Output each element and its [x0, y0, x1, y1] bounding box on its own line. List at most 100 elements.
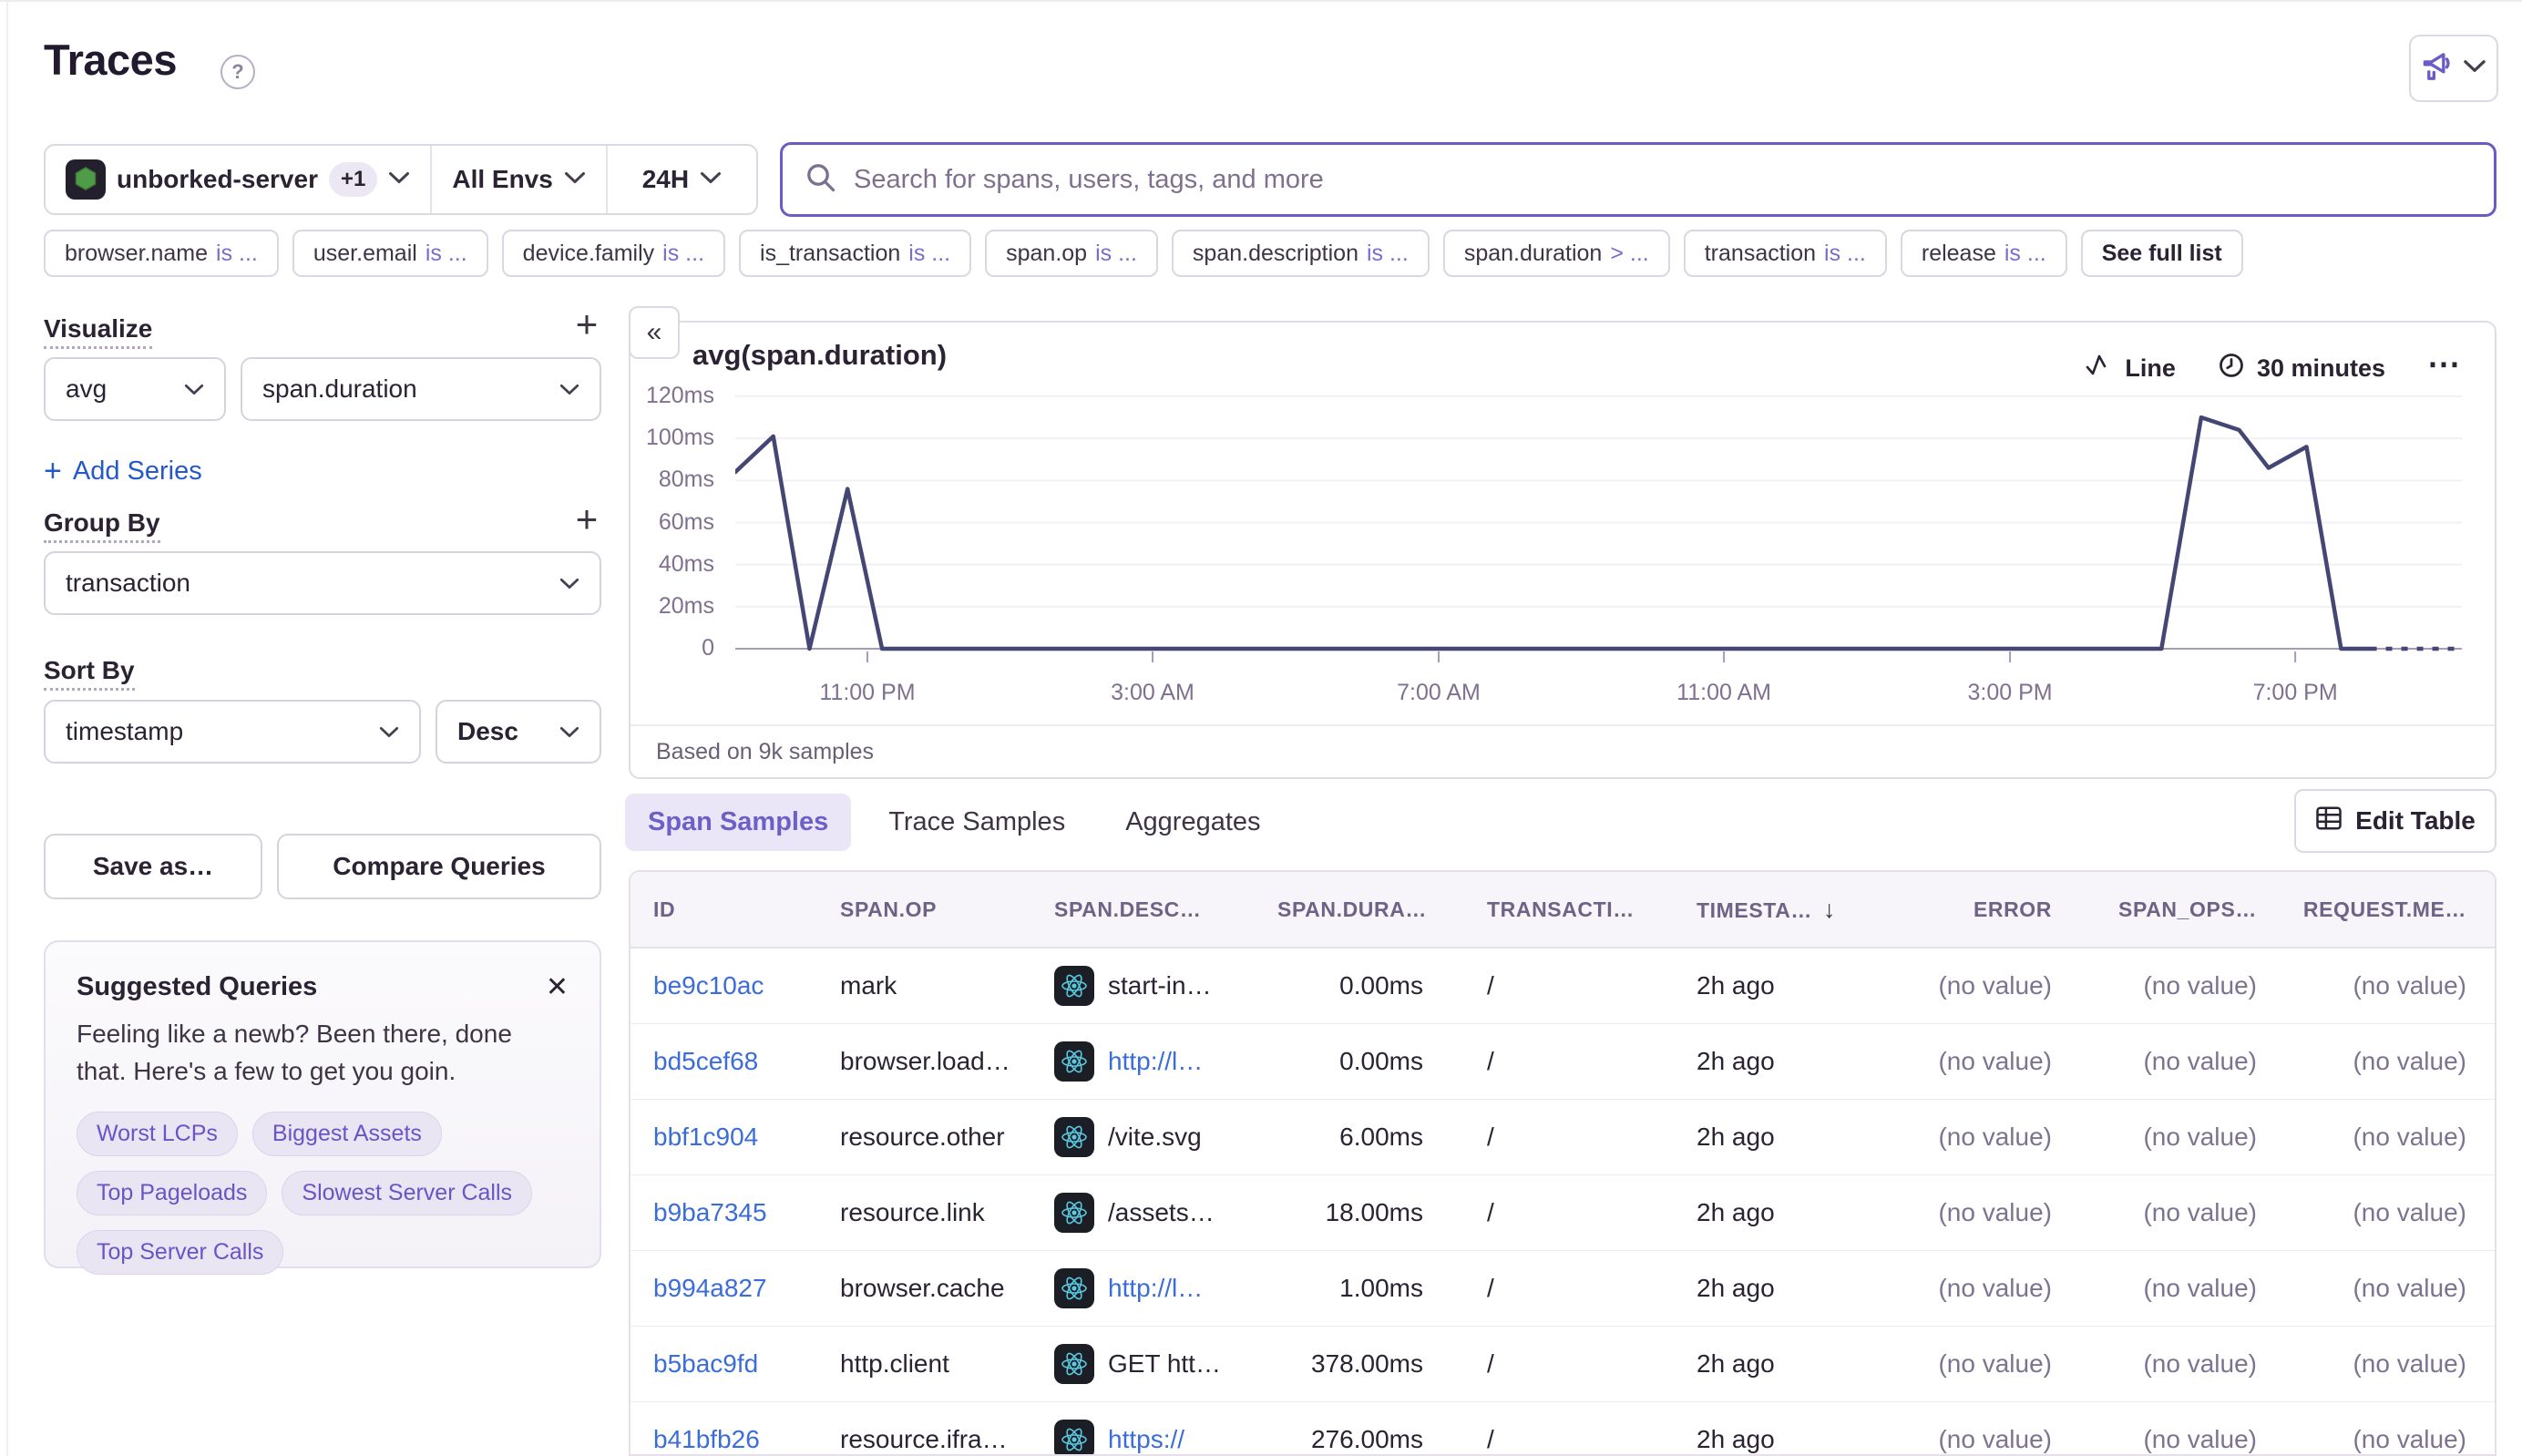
- column-header-span-dura-[interactable]: SPAN.DURA…: [1277, 897, 1423, 922]
- add-series-button[interactable]: + Add Series: [44, 454, 202, 489]
- environment-label: All Envs: [452, 165, 552, 194]
- see-full-list-button[interactable]: See full list: [2081, 230, 2243, 277]
- window-left-edge: [6, 0, 8, 1456]
- collapse-sidebar-button[interactable]: «: [629, 306, 680, 359]
- table-row: bd5cef68browser.load…http://l…0.00ms/2h …: [630, 1024, 2495, 1100]
- date-range-selector[interactable]: 24H: [606, 146, 756, 213]
- span-description-cell: http://l…: [1054, 1041, 1277, 1082]
- filter-chip-key: is_transaction: [760, 241, 900, 267]
- filter-chip-key: span.description: [1193, 241, 1358, 267]
- suggested-query-chip[interactable]: Worst LCPs: [77, 1112, 238, 1156]
- span-id-link[interactable]: be9c10ac: [653, 971, 840, 1000]
- span-id-link[interactable]: bd5cef68: [653, 1047, 840, 1076]
- span-op-cell: browser.cache: [840, 1274, 1054, 1303]
- edit-table-button[interactable]: Edit Table: [2294, 789, 2496, 853]
- filter-chip-user.email[interactable]: user.emailis ...: [292, 230, 488, 277]
- group-by-heading: Group By: [44, 508, 160, 538]
- span-id-link[interactable]: bbf1c904: [653, 1123, 840, 1152]
- chevron-down-icon: [388, 171, 410, 189]
- tab-aggregates[interactable]: Aggregates: [1102, 794, 1283, 851]
- chevron-down-icon: [559, 578, 579, 590]
- field-value: span.duration: [262, 374, 417, 404]
- add-visualize-button[interactable]: +: [567, 304, 607, 344]
- span-description-text[interactable]: http://l…: [1108, 1274, 1203, 1303]
- timestamp-value: 2h ago: [1697, 1274, 1775, 1303]
- request-method-cell: (no value): [2257, 1349, 2466, 1379]
- sort-field-value: timestamp: [66, 717, 183, 746]
- span-duration-cell: 0.00ms: [1277, 971, 1423, 1000]
- close-icon[interactable]: ✕: [546, 971, 569, 1003]
- chevron-down-icon: [2463, 59, 2486, 77]
- span-description-text[interactable]: https://: [1108, 1425, 1184, 1454]
- filter-chip-release[interactable]: releaseis ...: [1901, 230, 2067, 277]
- span-id-link[interactable]: b41bfb26: [653, 1425, 840, 1454]
- field-select[interactable]: span.duration: [241, 357, 601, 421]
- tab-span-samples[interactable]: Span Samples: [625, 794, 851, 851]
- compare-queries-button[interactable]: Compare Queries: [277, 834, 601, 899]
- suggested-query-chip[interactable]: Top Pageloads: [77, 1171, 267, 1215]
- span-duration-cell: 378.00ms: [1277, 1349, 1423, 1379]
- help-icon[interactable]: ?: [220, 55, 255, 89]
- chevron-down-icon: [559, 726, 579, 738]
- span-id-link[interactable]: b994a827: [653, 1274, 840, 1303]
- sort-direction-select[interactable]: Desc: [436, 700, 601, 764]
- column-header-request-me-[interactable]: REQUEST.ME…: [2257, 897, 2466, 922]
- search-input[interactable]: [854, 165, 2472, 195]
- span-ops-cell: (no value): [2052, 1274, 2257, 1303]
- span-description-text: /vite.svg: [1108, 1123, 1202, 1152]
- column-header-span-ops-[interactable]: SPAN_OPS…: [2052, 897, 2257, 922]
- span-id-link[interactable]: b9ba7345: [653, 1198, 840, 1227]
- timestamp-cell: 2h ago: [1660, 1349, 1856, 1379]
- filter-chip-is_transaction[interactable]: is_transactionis ...: [739, 230, 971, 277]
- filter-chip-op: is ...: [425, 241, 467, 267]
- filter-chip-op: is ...: [216, 241, 258, 267]
- column-header-timesta-[interactable]: TIMESTA…↓: [1660, 896, 1856, 924]
- megaphone-icon: [2421, 50, 2455, 87]
- save-as-button[interactable]: Save as…: [44, 834, 262, 899]
- project-selector[interactable]: unborked-server +1: [46, 146, 430, 213]
- whats-new-button[interactable]: [2409, 35, 2498, 102]
- column-header-id[interactable]: ID: [653, 897, 840, 922]
- chart-sample-note: Based on 9k samples: [630, 724, 2495, 777]
- chevron-down-icon: [379, 726, 399, 738]
- column-header-span-desc-[interactable]: SPAN.DESC…: [1054, 897, 1277, 922]
- filter-chip-device.family[interactable]: device.familyis ...: [502, 230, 725, 277]
- traces-page: Traces ? unborked-server +1 All Envs: [0, 0, 2522, 1456]
- span-ops-cell: (no value): [2052, 1198, 2257, 1227]
- column-header-span-op[interactable]: SPAN.OP: [840, 897, 1054, 922]
- duration-chart-panel: avg(span.duration) Line 30 minutes ⋯ 120…: [629, 321, 2496, 779]
- tab-trace-samples[interactable]: Trace Samples: [866, 794, 1088, 851]
- span-samples-table: IDSPAN.OPSPAN.DESC…SPAN.DURA…TRANSACTI…T…: [629, 870, 2496, 1456]
- column-header-error[interactable]: ERROR: [1856, 897, 2052, 922]
- chevron-down-icon: [700, 171, 722, 189]
- add-series-label: Add Series: [73, 456, 202, 487]
- sort-field-select[interactable]: timestamp: [44, 700, 421, 764]
- aggregate-select[interactable]: avg: [44, 357, 226, 421]
- y-axis-label: 40ms: [630, 551, 714, 578]
- add-group-by-button[interactable]: +: [567, 499, 607, 539]
- filter-chip-span.op[interactable]: span.opis ...: [985, 230, 1158, 277]
- suggested-query-chip[interactable]: Biggest Assets: [252, 1112, 442, 1156]
- table-row: b41bfb26resource.ifra…https://276.00ms/2…: [630, 1402, 2495, 1456]
- results-tabs: Span Samples Trace SamplesAggregates: [625, 785, 1284, 858]
- filter-chip-span.description[interactable]: span.descriptionis ...: [1172, 230, 1430, 277]
- table-row: b9ba7345resource.link/assets…18.00ms/2h …: [630, 1175, 2495, 1251]
- span-duration-cell: 18.00ms: [1277, 1198, 1423, 1227]
- span-description-text: GET htt…: [1108, 1349, 1221, 1379]
- react-icon: [1054, 1117, 1094, 1157]
- suggested-query-chip[interactable]: Slowest Server Calls: [282, 1171, 532, 1215]
- span-description-text[interactable]: http://l…: [1108, 1047, 1203, 1076]
- x-axis-label: 11:00 AM: [1676, 680, 1771, 706]
- react-icon: [1054, 1041, 1094, 1082]
- environment-selector[interactable]: All Envs: [430, 146, 605, 213]
- column-header-transacti-[interactable]: TRANSACTI…: [1423, 897, 1660, 922]
- filter-chip-op: is ...: [2004, 241, 2046, 267]
- span-id-link[interactable]: b5bac9fd: [653, 1349, 840, 1379]
- filter-chip-browser.name[interactable]: browser.nameis ...: [44, 230, 279, 277]
- filter-chip-span.duration[interactable]: span.duration> ...: [1443, 230, 1670, 277]
- timestamp-value: 2h ago: [1697, 971, 1775, 1000]
- group-by-select[interactable]: transaction: [44, 551, 601, 615]
- span-op-cell: resource.other: [840, 1123, 1054, 1152]
- filter-chip-transaction[interactable]: transactionis ...: [1684, 230, 1887, 277]
- suggested-query-chip[interactable]: Top Server Calls: [77, 1230, 283, 1275]
